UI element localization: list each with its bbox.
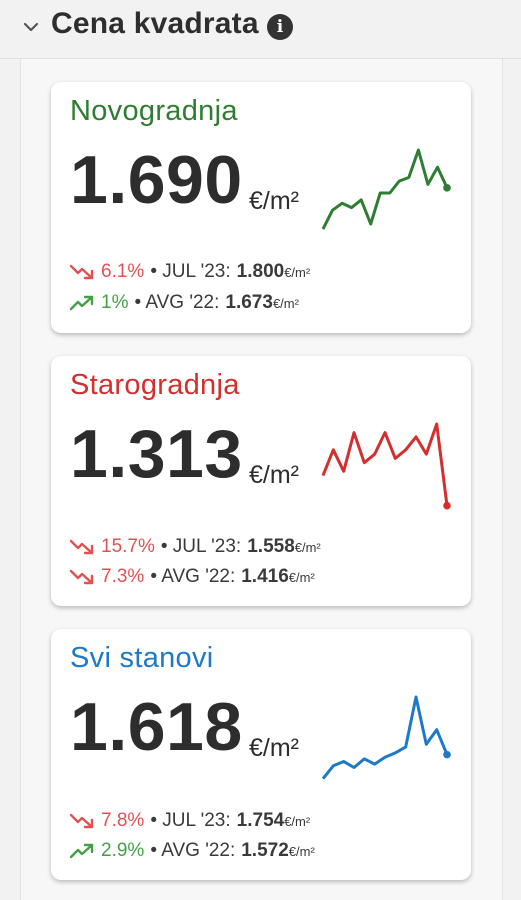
stat-unit: €/m² — [288, 569, 315, 585]
stat-label: • JUL '23: — [160, 536, 242, 557]
stat-percent: 1% — [101, 292, 129, 313]
trend-arrow-icon — [69, 264, 94, 280]
sparkline-line — [321, 148, 449, 230]
stat-percent: 2.9% — [101, 840, 145, 861]
sparkline-chart — [321, 148, 451, 230]
stat-value: 1.572 — [241, 840, 289, 861]
sparkline-endpoint — [443, 750, 451, 759]
price-card-novogradnja[interactable]: Novogradnja 1.690 €/m² 6.1% • JUL '23: 1… — [51, 82, 471, 333]
info-icon[interactable]: i — [267, 14, 293, 40]
trend-arrow-icon — [69, 539, 94, 555]
stat-percent: 6.1% — [101, 261, 145, 282]
stat-unit: €/m² — [294, 539, 321, 555]
stat-unit: €/m² — [284, 813, 311, 829]
card-title: Starogradnja — [70, 369, 240, 401]
stat-row-month: 7.8% • JUL '23: 1.754 €/m² — [69, 808, 310, 834]
stat-label: • AVG '22: — [150, 840, 236, 861]
sparkline-line — [321, 695, 449, 780]
stat-label: • AVG '22: — [150, 566, 236, 587]
stat-row-avg: 2.9% • AVG '22: 1.572 €/m² — [69, 838, 315, 864]
section-header[interactable]: Cena kvadrata i — [0, 0, 521, 59]
stat-label: • JUL '23: — [150, 261, 231, 282]
stat-value: 1.800 — [236, 261, 285, 282]
sparkline-chart — [321, 422, 451, 510]
stat-row-avg: 1% • AVG '22: 1.673 €/m² — [69, 290, 299, 316]
price-value: 1.690 — [70, 142, 243, 218]
card-title: Novogradnja — [70, 95, 238, 127]
price-value: 1.618 — [70, 689, 243, 765]
stat-unit: €/m² — [272, 295, 299, 311]
stat-label: • JUL '23: — [150, 810, 231, 831]
trend-arrow-icon — [69, 295, 94, 311]
stat-row-month: 15.7% • JUL '23: 1.558 €/m² — [69, 534, 321, 560]
stat-percent: 15.7% — [101, 536, 155, 557]
price-unit: €/m² — [249, 461, 299, 489]
price-card-starogradnja[interactable]: Starogradnja 1.313 €/m² 15.7% • JUL '23:… — [51, 356, 471, 606]
price-unit: €/m² — [249, 734, 299, 762]
card-title: Svi stanovi — [70, 642, 214, 674]
chevron-down-icon[interactable] — [22, 18, 40, 36]
trend-arrow-icon — [69, 569, 94, 585]
stat-label: • AVG '22: — [134, 292, 220, 313]
stat-row-avg: 7.3% • AVG '22: 1.416 €/m² — [69, 564, 315, 590]
stat-percent: 7.8% — [101, 810, 145, 831]
stat-percent: 7.3% — [101, 566, 145, 587]
section-title: Cena kvadrata — [51, 7, 259, 40]
stat-value: 1.558 — [247, 536, 295, 557]
price-card-svi-stanovi[interactable]: Svi stanovi 1.618 €/m² 7.8% • JUL '23: 1… — [51, 629, 471, 880]
sparkline-endpoint — [443, 501, 451, 510]
stat-value: 1.754 — [236, 810, 285, 831]
price-value: 1.313 — [70, 416, 243, 492]
stat-unit: €/m² — [284, 264, 311, 280]
stat-row-month: 6.1% • JUL '23: 1.800 €/m² — [69, 259, 310, 285]
stat-value: 1.673 — [225, 292, 273, 313]
stat-value: 1.416 — [241, 566, 289, 587]
trend-arrow-icon — [69, 843, 94, 859]
price-unit: €/m² — [249, 187, 299, 215]
stat-unit: €/m² — [288, 843, 315, 859]
trend-arrow-icon — [69, 813, 94, 829]
sparkline-chart — [321, 695, 451, 780]
sparkline-line — [321, 422, 449, 506]
sparkline-endpoint — [443, 184, 451, 192]
